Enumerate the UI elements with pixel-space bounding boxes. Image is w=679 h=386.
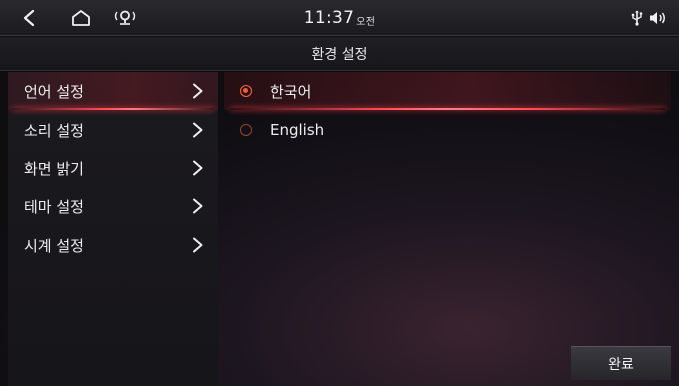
option-english[interactable]: English (224, 111, 671, 149)
home-icon (72, 10, 90, 26)
menu-item-brightness[interactable]: 화면 밝기 (8, 149, 218, 187)
option-label: English (270, 121, 325, 139)
status-bar: 11:37 오전 (0, 0, 679, 36)
menu-item-label: 언어 설정 (24, 82, 84, 101)
menu-item-label: 시계 설정 (24, 236, 84, 255)
menu-item-label: 테마 설정 (24, 197, 84, 216)
menu-item-language[interactable]: 언어 설정 (8, 72, 218, 110)
chevron-right-icon (193, 237, 203, 253)
menu-item-theme[interactable]: 테마 설정 (8, 187, 218, 225)
menu-item-sound[interactable]: 소리 설정 (8, 111, 218, 149)
settings-screen: 11:37 오전 환경 설정 언어 설정 소리 설정 화면 밝기 테마 설정 시… (0, 0, 679, 386)
menu-item-label: 화면 밝기 (24, 159, 84, 178)
chevron-right-icon (193, 83, 203, 99)
back-button[interactable] (14, 0, 44, 36)
clock: 11:37 오전 (0, 0, 679, 36)
option-label: 한국어 (270, 82, 312, 101)
location-signal-icon (114, 10, 136, 25)
settings-menu: 언어 설정 소리 설정 화면 밝기 테마 설정 시계 설정 (8, 72, 218, 386)
clock-ampm: 오전 (356, 16, 376, 28)
chevron-right-icon (193, 160, 203, 176)
volume-icon (650, 12, 665, 24)
option-korean[interactable]: 한국어 (224, 72, 671, 110)
back-icon (23, 9, 35, 27)
home-button[interactable] (66, 0, 96, 36)
radio-selected[interactable] (240, 85, 252, 97)
chevron-right-icon (193, 122, 203, 138)
language-options: 한국어 English (224, 72, 671, 352)
clock-time: 11:37 (303, 8, 355, 28)
usb-icon (631, 10, 643, 26)
radio-unselected[interactable] (240, 124, 252, 136)
page-title: 환경 설정 (0, 37, 679, 71)
menu-item-clock[interactable]: 시계 설정 (8, 226, 218, 264)
menu-item-label: 소리 설정 (24, 121, 84, 140)
location-button[interactable] (110, 0, 140, 36)
done-button[interactable]: 완료 (571, 346, 671, 380)
status-icons (631, 0, 667, 36)
chevron-right-icon (193, 198, 203, 214)
